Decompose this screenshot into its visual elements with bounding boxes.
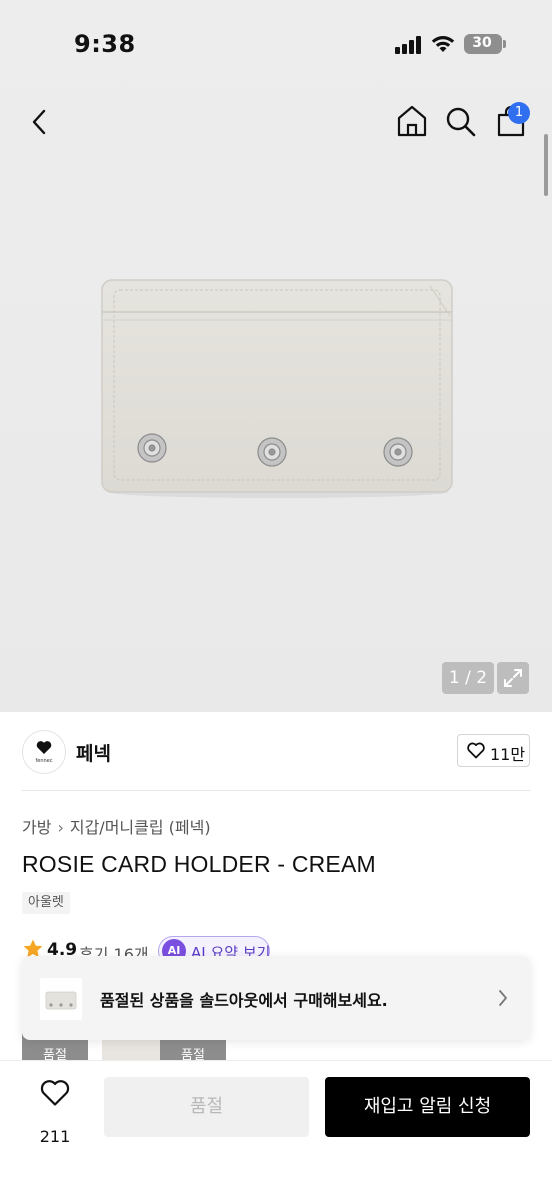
brand-name[interactable]: 페넥	[76, 739, 111, 766]
rose-stud	[137, 433, 167, 463]
product-image[interactable]	[100, 276, 456, 500]
banner-product-thumbnail	[40, 978, 82, 1020]
restock-alert-button[interactable]: 재입고 알림 신청	[325, 1077, 530, 1137]
wishlist-count: 211	[39, 1127, 71, 1146]
brand-like-count: 11만	[490, 745, 526, 764]
search-icon[interactable]	[445, 104, 477, 138]
brand-logo[interactable]: fennec	[22, 730, 66, 774]
brand-like-button[interactable]: 11만	[457, 734, 530, 767]
battery-cap	[503, 40, 506, 48]
product-title: ROSIE CARD HOLDER - CREAM	[22, 851, 376, 877]
breadcrumb-item[interactable]: 지갑/머니클립 (페넥)	[70, 818, 211, 837]
status-time: 9:38	[74, 30, 136, 58]
expand-icon[interactable]	[497, 662, 529, 694]
soldout-banner[interactable]: 품절된 상품을 솔드아웃에서 구매해보세요.	[22, 956, 530, 1040]
divider	[22, 790, 530, 791]
signal-icon	[395, 36, 423, 54]
heart-icon	[467, 742, 485, 759]
soldout-button: 품절	[104, 1077, 309, 1137]
home-icon[interactable]	[396, 104, 428, 138]
outlet-tag: 아울렛	[22, 892, 70, 914]
bottom-action-bar: 211 품절 재입고 알림 신청	[0, 1060, 552, 1200]
gallery-page-indicator: 1 / 2	[442, 662, 494, 694]
scroll-indicator	[544, 134, 548, 196]
soldout-banner-text: 품절된 상품을 솔드아웃에서 구매해보세요.	[100, 991, 388, 1010]
cart-count-badge: 1	[508, 102, 530, 124]
heart-logo-icon	[36, 741, 52, 754]
wishlist-button[interactable]: 211	[26, 1077, 84, 1146]
wifi-icon	[431, 36, 455, 52]
battery-icon: 30	[464, 34, 502, 54]
breadcrumb-item[interactable]: 가방	[22, 818, 51, 837]
breadcrumb: 가방 › 지갑/머니클립 (페넥)	[22, 814, 211, 838]
brand-logo-word: fennec	[35, 758, 53, 764]
chevron-left-icon[interactable]	[24, 104, 56, 140]
rose-stud	[383, 437, 413, 467]
chevron-right-icon	[499, 990, 507, 1006]
chevron-right-icon: ›	[57, 818, 64, 837]
status-bar: 9:38 30	[0, 0, 552, 90]
heart-icon	[40, 1080, 70, 1106]
battery-level: 30	[472, 35, 492, 51]
rose-stud	[257, 437, 287, 467]
